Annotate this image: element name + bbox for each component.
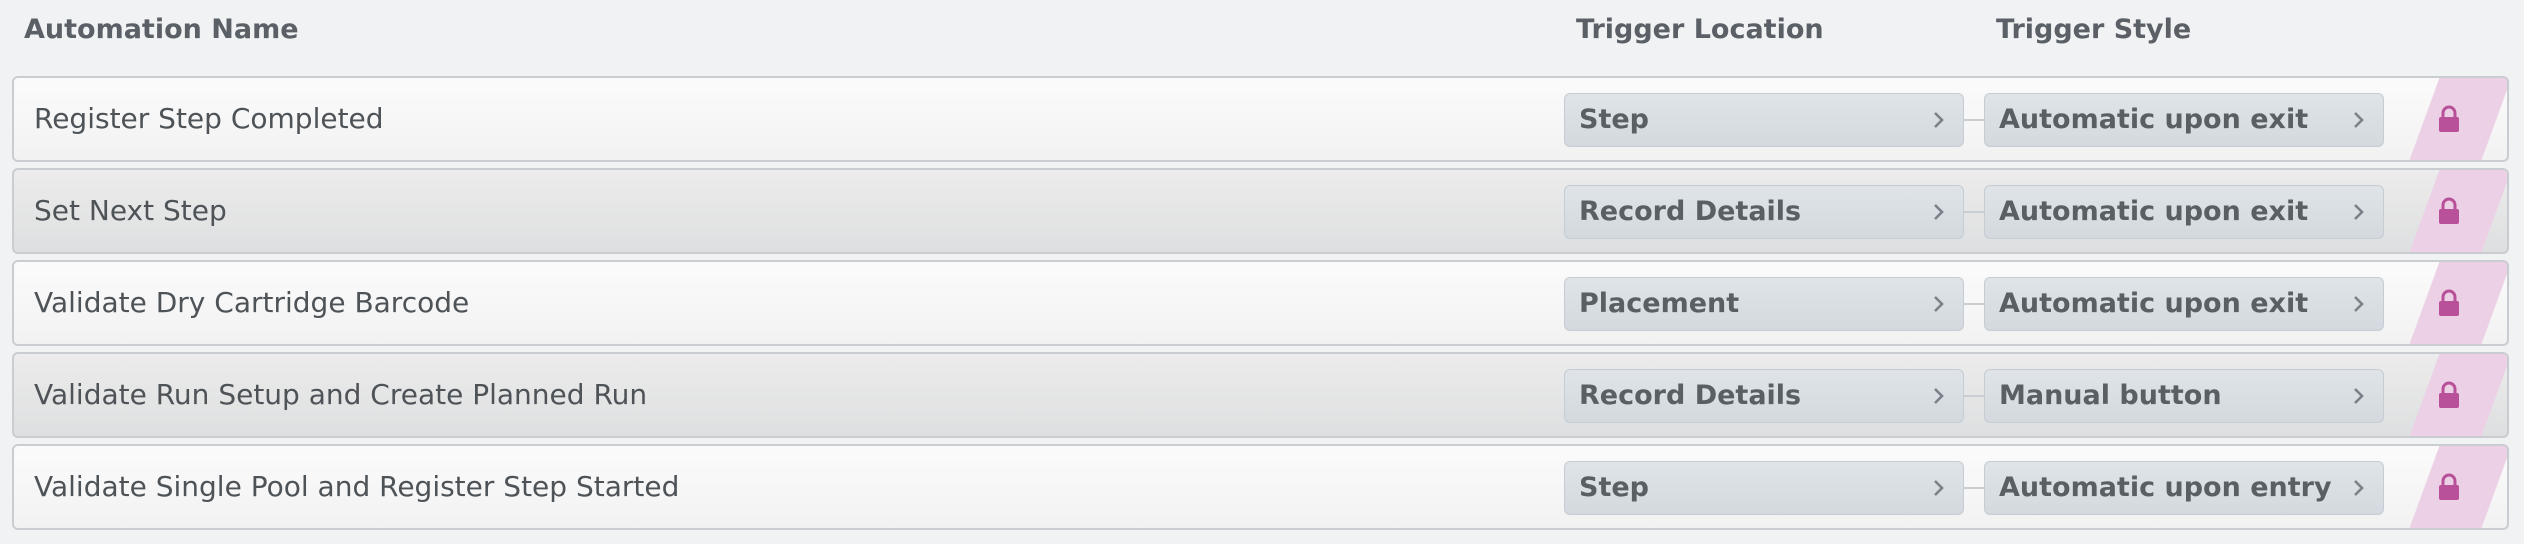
automation-row[interactable]: Validate Run Setup and Create Planned Ru… xyxy=(12,352,2509,438)
trigger-style-button[interactable]: Automatic upon exit xyxy=(1984,93,2384,147)
lock-icon xyxy=(2439,473,2459,500)
automation-row[interactable]: Validate Single Pool and Register Step S… xyxy=(12,444,2509,530)
trigger-style-label: Manual button xyxy=(1999,380,2222,411)
chevron-right-icon xyxy=(2354,204,2364,220)
lock-icon xyxy=(2439,381,2459,408)
trigger-style-button[interactable]: Manual button xyxy=(1984,369,2384,423)
trigger-style-button[interactable]: Automatic upon exit xyxy=(1984,185,2384,239)
connector-line xyxy=(1964,303,1984,305)
trigger-style-label: Automatic upon exit xyxy=(1999,104,2309,135)
lock-indicator xyxy=(2397,170,2507,252)
trigger-location-button[interactable]: Step xyxy=(1564,93,1964,147)
automation-row[interactable]: Set Next Step Record Details Automatic u… xyxy=(12,168,2509,254)
chevron-right-icon xyxy=(2354,388,2364,404)
automation-name: Validate Single Pool and Register Step S… xyxy=(34,470,680,503)
trigger-style-label: Automatic upon entry xyxy=(1999,472,2332,503)
trigger-style-button[interactable]: Automatic upon exit xyxy=(1984,277,2384,331)
connector-line xyxy=(1964,487,1984,489)
chevron-right-icon xyxy=(2354,296,2364,312)
lock-icon xyxy=(2439,197,2459,224)
trigger-location-button[interactable]: Record Details xyxy=(1564,369,1964,423)
trigger-location-label: Record Details xyxy=(1579,196,1802,227)
chevron-right-icon xyxy=(1934,204,1944,220)
connector-line xyxy=(1964,119,1984,121)
chevron-right-icon xyxy=(1934,296,1944,312)
automation-row[interactable]: Register Step Completed Step Automatic u… xyxy=(12,76,2509,162)
lock-indicator xyxy=(2397,78,2507,160)
lock-indicator xyxy=(2397,262,2507,344)
trigger-location-button[interactable]: Record Details xyxy=(1564,185,1964,239)
automation-name: Register Step Completed xyxy=(34,102,384,135)
lock-icon xyxy=(2439,105,2459,132)
lock-icon xyxy=(2439,289,2459,316)
automation-name: Set Next Step xyxy=(34,194,227,227)
connector-line xyxy=(1964,395,1984,397)
trigger-location-label: Step xyxy=(1579,472,1649,503)
trigger-location-label: Placement xyxy=(1579,288,1740,319)
header-automation-name: Automation Name xyxy=(24,14,299,45)
header-trigger-style: Trigger Style xyxy=(1996,14,2192,45)
trigger-style-button[interactable]: Automatic upon entry xyxy=(1984,461,2384,515)
lock-indicator xyxy=(2397,446,2507,528)
lock-indicator xyxy=(2397,354,2507,436)
header-trigger-location: Trigger Location xyxy=(1576,14,1824,45)
trigger-location-label: Record Details xyxy=(1579,380,1802,411)
trigger-location-button[interactable]: Placement xyxy=(1564,277,1964,331)
automation-list: Register Step Completed Step Automatic u… xyxy=(12,76,2509,536)
automation-row[interactable]: Validate Dry Cartridge Barcode Placement… xyxy=(12,260,2509,346)
trigger-style-label: Automatic upon exit xyxy=(1999,288,2309,319)
trigger-location-button[interactable]: Step xyxy=(1564,461,1964,515)
trigger-style-label: Automatic upon exit xyxy=(1999,196,2309,227)
automation-name: Validate Run Setup and Create Planned Ru… xyxy=(34,378,648,411)
chevron-right-icon xyxy=(1934,480,1944,496)
chevron-right-icon xyxy=(2354,480,2364,496)
trigger-location-label: Step xyxy=(1579,104,1649,135)
connector-line xyxy=(1964,211,1984,213)
chevron-right-icon xyxy=(1934,388,1944,404)
chevron-right-icon xyxy=(2354,112,2364,128)
automation-name: Validate Dry Cartridge Barcode xyxy=(34,286,470,319)
table-header: Automation Name Trigger Location Trigger… xyxy=(0,14,2524,56)
chevron-right-icon xyxy=(1934,112,1944,128)
